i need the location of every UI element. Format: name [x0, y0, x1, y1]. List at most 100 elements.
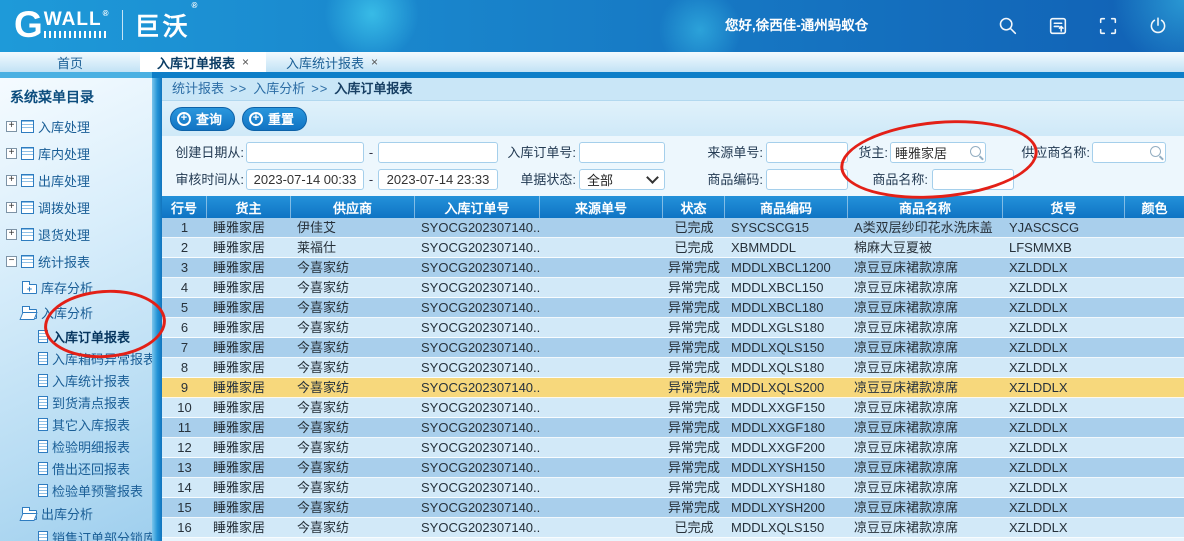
column-header[interactable]: 行号 [162, 196, 207, 218]
table-row[interactable]: 10睡雅家居今喜家纺SYOCG202307140...异常完成MDDLXXGF1… [162, 398, 1184, 418]
item-code-input[interactable] [766, 169, 848, 190]
power-icon[interactable] [1147, 15, 1169, 37]
tab[interactable]: 首页 [0, 52, 140, 72]
sidebar-item[interactable]: 入库分析 [0, 300, 152, 325]
table-row[interactable]: 4睡雅家居今喜家纺SYOCG202307140...异常完成MDDLXBCL15… [162, 278, 1184, 298]
sidebar-item-label: 入库箱码异常报表 [52, 349, 152, 368]
sidebar-item[interactable]: 出库分析 [0, 501, 152, 526]
fullscreen-icon[interactable] [1097, 15, 1119, 37]
table-cell: 睡雅家居 [207, 518, 291, 537]
expand-plus-icon[interactable]: + [6, 229, 17, 240]
table-cell: XZLDDLX [1003, 458, 1125, 477]
table-row[interactable]: 7睡雅家居今喜家纺SYOCG202307140...异常完成MDDLXQLS15… [162, 338, 1184, 358]
column-header[interactable]: 商品编码 [725, 196, 848, 218]
table-cell: 伊佳艾 [291, 218, 415, 237]
sidebar-item[interactable]: 销售订单部分锁库报 [0, 526, 152, 541]
table-row[interactable]: 14睡雅家居今喜家纺SYOCG202307140...异常完成MDDLXYSH1… [162, 478, 1184, 498]
table-row[interactable]: 5睡雅家居今喜家纺SYOCG202307140...异常完成MDDLXBCL18… [162, 298, 1184, 318]
table-cell: 睡雅家居 [207, 478, 291, 497]
sidebar-item[interactable]: +退货处理 [0, 221, 152, 248]
table-cell: XZLDDLX [1003, 518, 1125, 537]
column-header[interactable]: 来源单号 [540, 196, 663, 218]
sidebar-item[interactable]: −统计报表 [0, 248, 152, 275]
column-header[interactable]: 状态 [663, 196, 725, 218]
expand-plus-icon[interactable]: + [6, 175, 17, 186]
item-name-input[interactable] [932, 169, 1014, 190]
table-cell: SYOCG202307140... [415, 378, 540, 397]
reset-button[interactable]: + 重置 [242, 107, 307, 131]
collapse-minus-icon[interactable]: − [6, 256, 17, 267]
close-icon[interactable]: × [371, 56, 378, 68]
table-cell: 异常完成 [663, 378, 725, 397]
sidebar-scrollbar[interactable] [152, 78, 162, 541]
sidebar-item[interactable]: 检验明细报表 [0, 435, 152, 457]
column-header[interactable]: 货号 [1003, 196, 1125, 218]
sidebar-item[interactable]: +入库处理 [0, 113, 152, 140]
table-row-selected[interactable]: 9睡雅家居今喜家纺SYOCG202307140...异常完成MDDLXQLS20… [162, 378, 1184, 398]
table-row[interactable]: 12睡雅家居今喜家纺SYOCG202307140...异常完成MDDLXXGF2… [162, 438, 1184, 458]
sidebar-item[interactable]: 借出还回报表 [0, 457, 152, 479]
sidebar-item-active[interactable]: 入库订单报表 [0, 325, 152, 347]
column-header[interactable]: 颜色 [1125, 196, 1184, 218]
table-row[interactable]: 2睡雅家居莱福仕SYOCG202307140...已完成XBMMDDL棉麻大豆夏… [162, 238, 1184, 258]
table-cell: 凉豆豆床裙款凉席 [848, 378, 1003, 397]
expand-plus-icon[interactable]: + [6, 202, 17, 213]
close-icon[interactable]: × [242, 56, 249, 68]
search-icon[interactable] [1150, 146, 1161, 157]
folder-open-icon [22, 309, 37, 319]
column-header[interactable]: 货主 [207, 196, 291, 218]
doc-status-label: 单据状态: [502, 169, 576, 190]
sidebar-item[interactable]: +调拨处理 [0, 194, 152, 221]
expand-plus-icon[interactable]: + [6, 121, 17, 132]
logo-wordmark: WALL® [44, 11, 110, 38]
logo-letter-g: G [14, 6, 42, 43]
column-header[interactable]: 商品名称 [848, 196, 1003, 218]
breadcrumb-item[interactable]: 统计报表 [172, 78, 224, 100]
sidebar-item[interactable]: +出库处理 [0, 167, 152, 194]
sidebar-item[interactable]: 检验单预警报表 [0, 479, 152, 501]
table-row[interactable]: 16睡雅家居今喜家纺SYOCG202307140...已完成MDDLXQLS15… [162, 518, 1184, 538]
table-row[interactable]: 3睡雅家居今喜家纺SYOCG202307140...异常完成MDDLXBCL12… [162, 258, 1184, 278]
sidebar-item[interactable]: +库存分析 [0, 275, 152, 300]
source-no-input[interactable] [766, 142, 848, 163]
breadcrumb-item[interactable]: 入库分析 [253, 78, 305, 100]
doc-status-select[interactable]: 全部 [579, 169, 665, 190]
sidebar-item[interactable]: 到货清点报表 [0, 391, 152, 413]
column-header[interactable]: 供应商 [291, 196, 415, 218]
create-date-to-input[interactable] [378, 142, 498, 163]
logo-wall-text: WALL [44, 9, 102, 30]
table-row[interactable]: 15睡雅家居今喜家纺SYOCG202307140...异常完成MDDLXYSH2… [162, 498, 1184, 518]
table-cell: 睡雅家居 [207, 498, 291, 517]
table-cell: MDDLXYSH150 [725, 458, 848, 477]
table-row[interactable]: 1睡雅家居伊佳艾SYOCG202307140...已完成SYSCSCG15A类双… [162, 218, 1184, 238]
tab[interactable]: 入库统计报表× [266, 52, 398, 72]
breadcrumb-item[interactable]: 入库订单报表 [334, 78, 412, 100]
sidebar-item[interactable]: 入库箱码异常报表 [0, 347, 152, 369]
create-date-from-input[interactable] [246, 142, 364, 163]
audit-time-to-input[interactable] [378, 169, 498, 190]
sidebar-item[interactable]: 其它入库报表 [0, 413, 152, 435]
table-cell: 睡雅家居 [207, 298, 291, 317]
table-row[interactable]: 6睡雅家居今喜家纺SYOCG202307140...异常完成MDDLXGLS18… [162, 318, 1184, 338]
sidebar-item[interactable]: 入库统计报表 [0, 369, 152, 391]
table-cell [540, 498, 663, 517]
sidebar-item[interactable]: +库内处理 [0, 140, 152, 167]
table-cell: SYOCG202307140... [415, 318, 540, 337]
export-icon[interactable] [1047, 15, 1069, 37]
table-row[interactable]: 13睡雅家居今喜家纺SYOCG202307140...异常完成MDDLXYSH1… [162, 458, 1184, 478]
audit-time-from-input[interactable] [246, 169, 364, 190]
expand-plus-icon[interactable]: + [6, 148, 17, 159]
sidebar-item-label: 到货清点报表 [52, 393, 130, 412]
column-header[interactable]: 入库订单号 [415, 196, 540, 218]
folder-open-icon [22, 510, 37, 520]
table-cell: XZLDDLX [1003, 358, 1125, 377]
inbound-order-no-input[interactable] [579, 142, 665, 163]
table-cell: 15 [162, 498, 207, 517]
table-cell: 已完成 [663, 238, 725, 257]
tab-active[interactable]: 入库订单报表× [140, 52, 266, 72]
table-row[interactable]: 11睡雅家居今喜家纺SYOCG202307140...异常完成MDDLXXGF1… [162, 418, 1184, 438]
table-row[interactable]: 8睡雅家居今喜家纺SYOCG202307140...异常完成MDDLXQLS18… [162, 358, 1184, 378]
search-icon[interactable] [970, 146, 981, 157]
query-button[interactable]: + 查询 [170, 107, 235, 131]
search-icon[interactable] [997, 15, 1019, 37]
